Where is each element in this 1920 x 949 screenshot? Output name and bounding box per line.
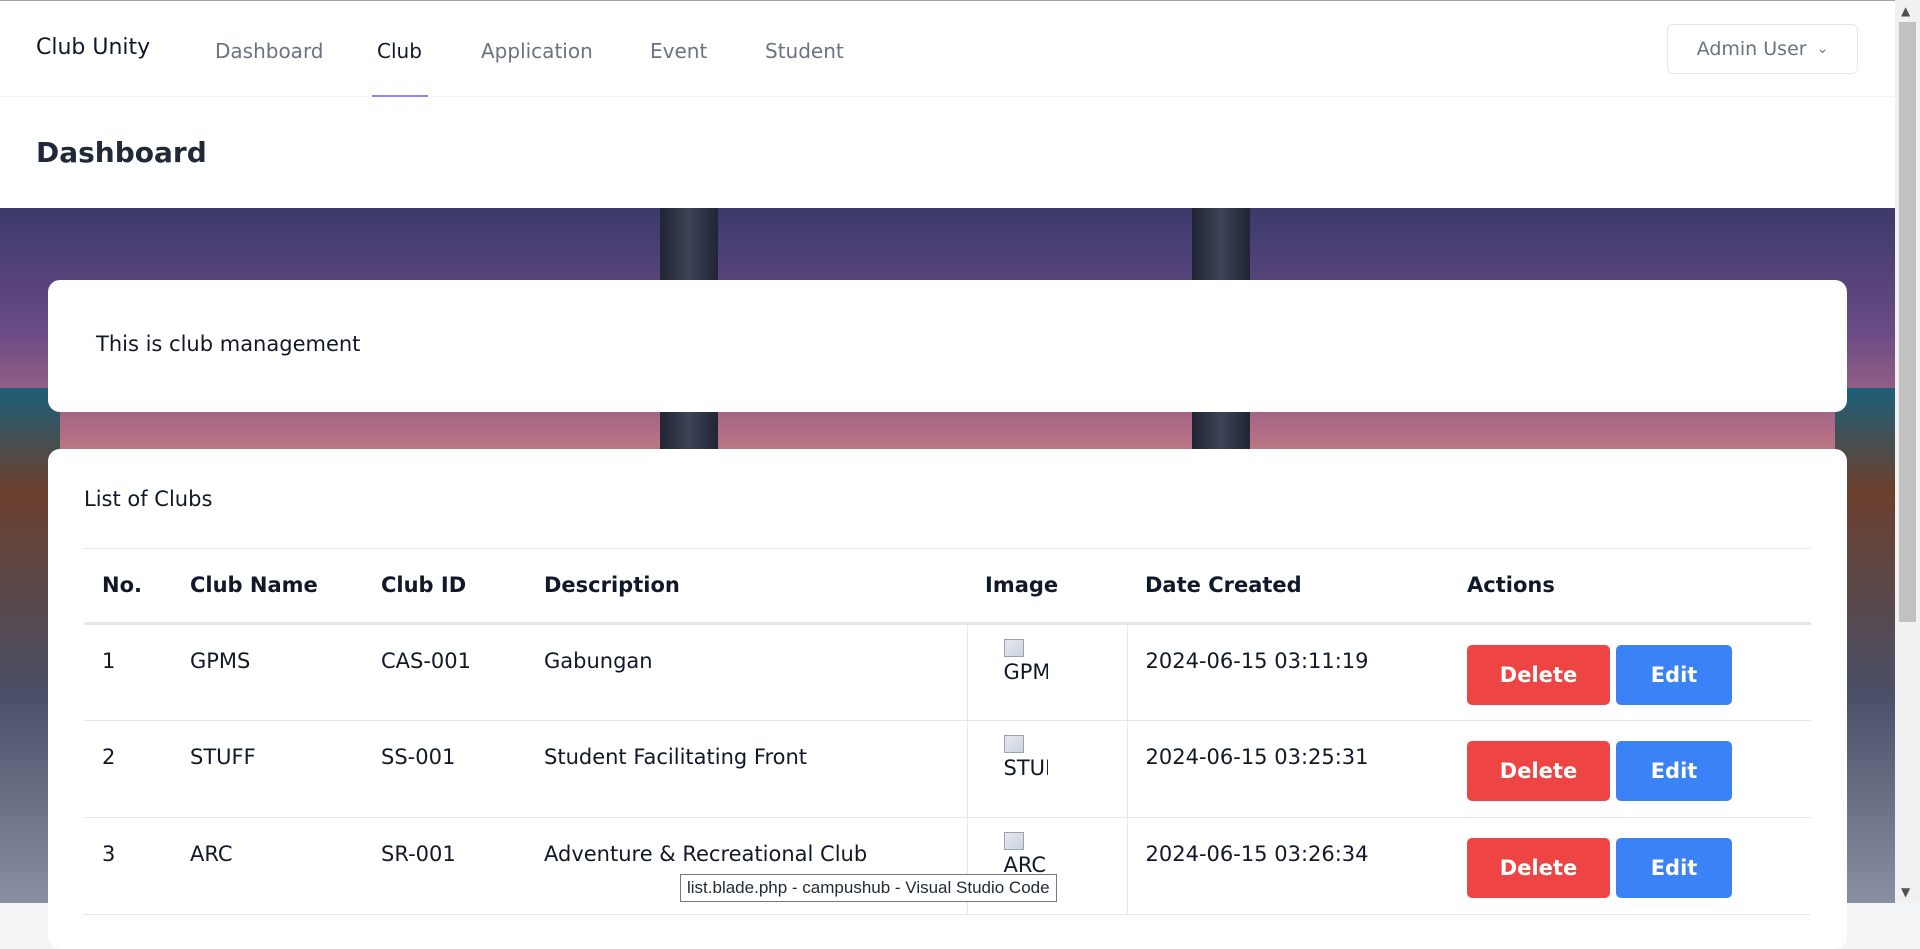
table-row: 1 GPMS CAS-001 Gabungan GPMS 2024-06-15 … bbox=[84, 623, 1811, 721]
image-alt-text: ARC bbox=[1003, 852, 1047, 877]
delete-button[interactable]: Delete bbox=[1467, 644, 1610, 705]
page-header: Dashboard bbox=[0, 97, 1895, 208]
delete-button[interactable]: Delete bbox=[1467, 740, 1610, 801]
window-tooltip: list.blade.php - campushub - Visual Stud… bbox=[680, 874, 1057, 902]
cell-club-name: ARC bbox=[172, 817, 363, 915]
broken-image-icon bbox=[1003, 831, 1024, 850]
cell-date-created: 2024-06-15 03:26:34 bbox=[1127, 817, 1449, 915]
edit-button[interactable]: Edit bbox=[1616, 837, 1732, 898]
top-navbar: Club Unity Dashboard Club Application Ev… bbox=[0, 0, 1895, 98]
nav-link-club[interactable]: Club bbox=[377, 39, 422, 63]
nav-link-dashboard[interactable]: Dashboard bbox=[215, 39, 324, 63]
edit-button[interactable]: Edit bbox=[1616, 740, 1732, 801]
page-title: Dashboard bbox=[36, 136, 207, 169]
cell-club-id: SR-001 bbox=[363, 817, 526, 915]
column-header-image: Image bbox=[967, 549, 1127, 625]
column-header-description: Description bbox=[526, 549, 967, 625]
clubs-table: No. Club Name Club ID Description Image … bbox=[84, 549, 1811, 915]
cell-description: Gabungan bbox=[526, 623, 967, 721]
list-title: List of Clubs bbox=[84, 487, 213, 511]
club-image-broken: GPMS bbox=[986, 638, 1048, 693]
club-image-broken: STUFF bbox=[986, 734, 1048, 789]
column-header-actions: Actions bbox=[1449, 549, 1811, 625]
cell-actions: Delete Edit bbox=[1449, 720, 1811, 818]
brand-logo[interactable]: Club Unity bbox=[36, 35, 150, 60]
cell-actions: Delete Edit bbox=[1449, 623, 1811, 721]
scrollbar-thumb[interactable] bbox=[1899, 22, 1916, 622]
table-row: 2 STUFF SS-001 Student Facilitating Fron… bbox=[84, 720, 1811, 818]
column-header-club-id: Club ID bbox=[363, 549, 526, 625]
broken-image-icon bbox=[1003, 638, 1024, 657]
edit-button[interactable]: Edit bbox=[1616, 644, 1732, 705]
user-name: Admin User bbox=[1696, 38, 1807, 60]
cell-description: Student Facilitating Front bbox=[526, 720, 967, 818]
cell-club-name: GPMS bbox=[172, 623, 363, 721]
cell-no: 1 bbox=[84, 623, 172, 721]
table-header-row: No. Club Name Club ID Description Image … bbox=[84, 549, 1811, 625]
nav-link-application[interactable]: Application bbox=[481, 39, 593, 63]
cell-club-id: CAS-001 bbox=[363, 623, 526, 721]
cell-image: STUFF bbox=[966, 720, 1128, 818]
cell-date-created: 2024-06-15 03:25:31 bbox=[1127, 720, 1449, 818]
scroll-down-arrow-icon[interactable]: ▼ bbox=[1901, 885, 1910, 899]
column-header-no: No. bbox=[84, 549, 172, 625]
delete-button[interactable]: Delete bbox=[1467, 837, 1610, 898]
nav-link-student[interactable]: Student bbox=[765, 39, 844, 63]
chevron-down-icon: ⌄ bbox=[1816, 41, 1829, 57]
scroll-up-arrow-icon[interactable]: ▲ bbox=[1901, 4, 1910, 18]
nav-link-event[interactable]: Event bbox=[650, 39, 707, 63]
cell-image: GPMS bbox=[966, 623, 1128, 721]
intro-text: This is club management bbox=[96, 332, 361, 356]
image-alt-text: GPMS bbox=[1003, 659, 1048, 684]
cell-actions: Delete Edit bbox=[1449, 817, 1811, 915]
column-header-date-created: Date Created bbox=[1127, 549, 1449, 625]
cell-club-name: STUFF bbox=[172, 720, 363, 818]
cell-date-created: 2024-06-15 03:11:19 bbox=[1127, 623, 1449, 721]
cell-no: 2 bbox=[84, 720, 172, 818]
user-menu-button[interactable]: Admin User ⌄ bbox=[1667, 24, 1858, 74]
cell-no: 3 bbox=[84, 817, 172, 915]
broken-image-icon bbox=[1003, 734, 1024, 753]
column-header-club-name: Club Name bbox=[172, 549, 363, 625]
image-alt-text: STUFF bbox=[1003, 755, 1048, 780]
cell-club-id: SS-001 bbox=[363, 720, 526, 818]
intro-card: This is club management bbox=[48, 280, 1847, 412]
